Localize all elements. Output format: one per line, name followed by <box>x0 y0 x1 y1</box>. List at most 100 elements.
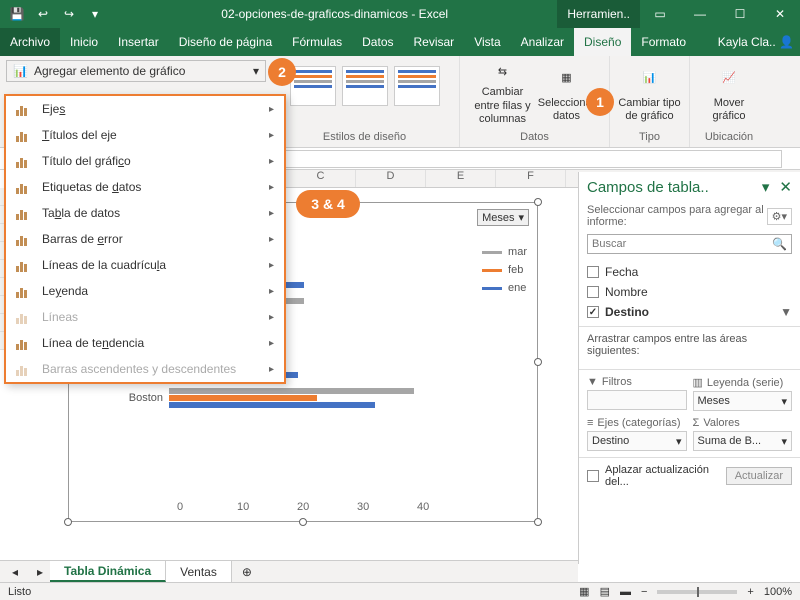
zoom-level[interactable]: 100% <box>764 586 792 598</box>
style-thumbnail[interactable] <box>394 66 440 106</box>
tab-formulas[interactable]: Fórmulas <box>282 28 352 56</box>
qat-dropdown-icon[interactable]: ▾ <box>84 3 106 25</box>
menu-item-lines: Líneas▸ <box>6 304 284 330</box>
sheet-nav-prev[interactable]: ◂ <box>0 565 30 579</box>
area-axis-slot[interactable]: Destino▾ <box>587 431 687 451</box>
status-ready: Listo <box>8 586 31 598</box>
close-icon[interactable]: ✕ <box>760 0 800 28</box>
menu-item-gridlines[interactable]: Líneas de la cuadrícula▸ <box>6 252 284 278</box>
group-label-datos: Datos <box>520 131 549 143</box>
field-search[interactable]: 🔍 <box>587 234 792 254</box>
contextual-tools-tab: Herramien.. <box>557 0 640 28</box>
status-bar: Listo ▦ ▤ ▬ − + 100% <box>0 582 800 600</box>
save-icon[interactable]: 💾 <box>6 3 28 25</box>
taskpane-close-icon[interactable]: ✕ <box>779 178 792 196</box>
chart-x-axis: 010203040 <box>177 501 477 513</box>
view-pagebreak-icon[interactable]: ▬ <box>620 586 631 598</box>
area-values-slot[interactable]: Suma de B...▾ <box>693 431 793 451</box>
add-chart-element-button[interactable]: 📊 Agregar elemento de gráfico ▾ <box>6 60 266 82</box>
tab-vista[interactable]: Vista <box>464 28 510 56</box>
switch-row-column-button[interactable]: ⇆ Cambiar entre filas y columnas <box>471 60 535 126</box>
ribbon-tabs: Archivo Inicio Insertar Diseño de página… <box>0 28 800 56</box>
sheet-tab-strip: ◂ ▸ Tabla Dinámica Ventas ⊕ <box>0 560 578 582</box>
tab-analizar[interactable]: Analizar <box>511 28 574 56</box>
tab-revisar[interactable]: Revisar <box>404 28 465 56</box>
taskpane-title: Campos de tabla.. <box>587 179 709 196</box>
field-search-input[interactable] <box>592 238 772 250</box>
area-filters-slot[interactable] <box>587 390 687 410</box>
update-button[interactable]: Actualizar <box>726 467 792 485</box>
field-destino[interactable]: ✓Destino▼ <box>587 302 792 322</box>
tab-datos[interactable]: Datos <box>352 28 403 56</box>
sigma-icon: Σ <box>693 417 700 429</box>
filter-icon: ▼ <box>587 376 598 388</box>
filter-indicator-icon: ▼ <box>780 305 792 319</box>
columns-icon: ▥ <box>693 376 703 389</box>
redo-icon[interactable]: ↪ <box>58 3 80 25</box>
menu-item-legend[interactable]: Leyenda▸ <box>6 278 284 304</box>
search-icon: 🔍 <box>772 237 787 251</box>
menu-item-data-labels[interactable]: Etiquetas de datos▸ <box>6 174 284 200</box>
add-chart-element-label: Agregar elemento de gráfico <box>34 64 185 78</box>
move-chart-button[interactable]: 📈 Mover gráfico <box>697 60 761 126</box>
view-layout-icon[interactable]: ▤ <box>600 585 610 598</box>
move-chart-icon: 📈 <box>713 63 745 95</box>
tab-diseno[interactable]: Diseño <box>574 28 631 56</box>
defer-label: Aplazar actualización del... <box>605 464 720 488</box>
sheet-tab-ventas[interactable]: Ventas <box>166 561 232 582</box>
change-chart-type-button[interactable]: 📊 Cambiar tipo de gráfico <box>618 60 682 126</box>
style-thumbnail[interactable] <box>342 66 388 106</box>
group-label-estilos: Estilos de diseño <box>323 131 406 143</box>
chart-legend: mar feb ene <box>482 243 527 297</box>
menu-item-data-table[interactable]: Tabla de datos▸ <box>6 200 284 226</box>
area-legend-slot[interactable]: Meses▾ <box>693 391 793 411</box>
undo-icon[interactable]: ↩ <box>32 3 54 25</box>
sheet-nav-next[interactable]: ▸ <box>30 565 50 579</box>
tab-archivo[interactable]: Archivo <box>0 28 60 56</box>
add-sheet-icon[interactable]: ⊕ <box>232 565 262 579</box>
select-data-icon: ▦ <box>551 63 583 95</box>
menu-item-chart-title[interactable]: Título del gráfico▸ <box>6 148 284 174</box>
field-nombre[interactable]: Nombre <box>587 282 792 302</box>
drag-instruction: Arrastrar campos entre las áreas siguien… <box>579 326 800 363</box>
tab-inicio[interactable]: Inicio <box>60 28 108 56</box>
zoom-out-icon[interactable]: − <box>641 586 647 598</box>
menu-item-axis-titles[interactable]: Títulos del eje▸ <box>6 122 284 148</box>
area-axis-header: ≡Ejes (categorías) <box>587 417 687 429</box>
menu-item-updown-bars: Barras ascendentes y descendentes▸ <box>6 356 284 382</box>
taskpane-dropdown-icon[interactable]: ▾ <box>762 178 770 196</box>
callout-badge-1: 1 <box>586 88 614 116</box>
callout-badge-2: 2 <box>268 58 296 86</box>
rows-icon: ≡ <box>587 417 593 429</box>
user-menu[interactable]: Kayla Cla.. 👤 <box>708 28 800 56</box>
group-label-tipo: Tipo <box>639 131 660 143</box>
meses-filter-chip[interactable]: Meses▾ <box>477 209 529 226</box>
switch-rowcol-icon: ⇆ <box>487 60 519 84</box>
defer-checkbox[interactable] <box>587 470 599 482</box>
add-chart-element-menu: Ejes▸ Títulos del eje▸ Título del gráfic… <box>4 94 286 384</box>
callout-badge-3-4: 3 & 4 <box>296 190 360 218</box>
gear-icon[interactable]: ⚙▾ <box>767 208 792 225</box>
tab-insertar[interactable]: Insertar <box>108 28 169 56</box>
chart-type-icon: 📊 <box>634 63 666 95</box>
menu-item-error-bars[interactable]: Barras de error▸ <box>6 226 284 252</box>
sheet-tab-tabla[interactable]: Tabla Dinámica <box>50 561 166 582</box>
tab-formato[interactable]: Formato <box>631 28 696 56</box>
area-values-header: ΣValores <box>693 417 793 429</box>
zoom-in-icon[interactable]: + <box>747 586 753 598</box>
taskpane-subtitle: Seleccionar campos para agregar al infor… <box>587 204 767 228</box>
tab-diseno-pagina[interactable]: Diseño de página <box>169 28 282 56</box>
menu-item-trendline[interactable]: Línea de tendencia▸ <box>6 330 284 356</box>
field-fecha[interactable]: Fecha <box>587 262 792 282</box>
zoom-slider[interactable] <box>657 590 737 594</box>
style-thumbnail[interactable] <box>290 66 336 106</box>
minimize-icon[interactable]: — <box>680 0 720 28</box>
area-legend-header: ▥Leyenda (serie) <box>693 376 793 389</box>
chevron-down-icon: ▾ <box>253 64 259 78</box>
chart-category-label: Boston <box>69 392 169 404</box>
ribbon-options-icon[interactable]: ▭ <box>640 0 680 28</box>
maximize-icon[interactable]: ☐ <box>720 0 760 28</box>
view-normal-icon[interactable]: ▦ <box>579 585 589 598</box>
menu-item-axes[interactable]: Ejes▸ <box>6 96 284 122</box>
chart-element-icon: 📊 <box>13 64 28 78</box>
